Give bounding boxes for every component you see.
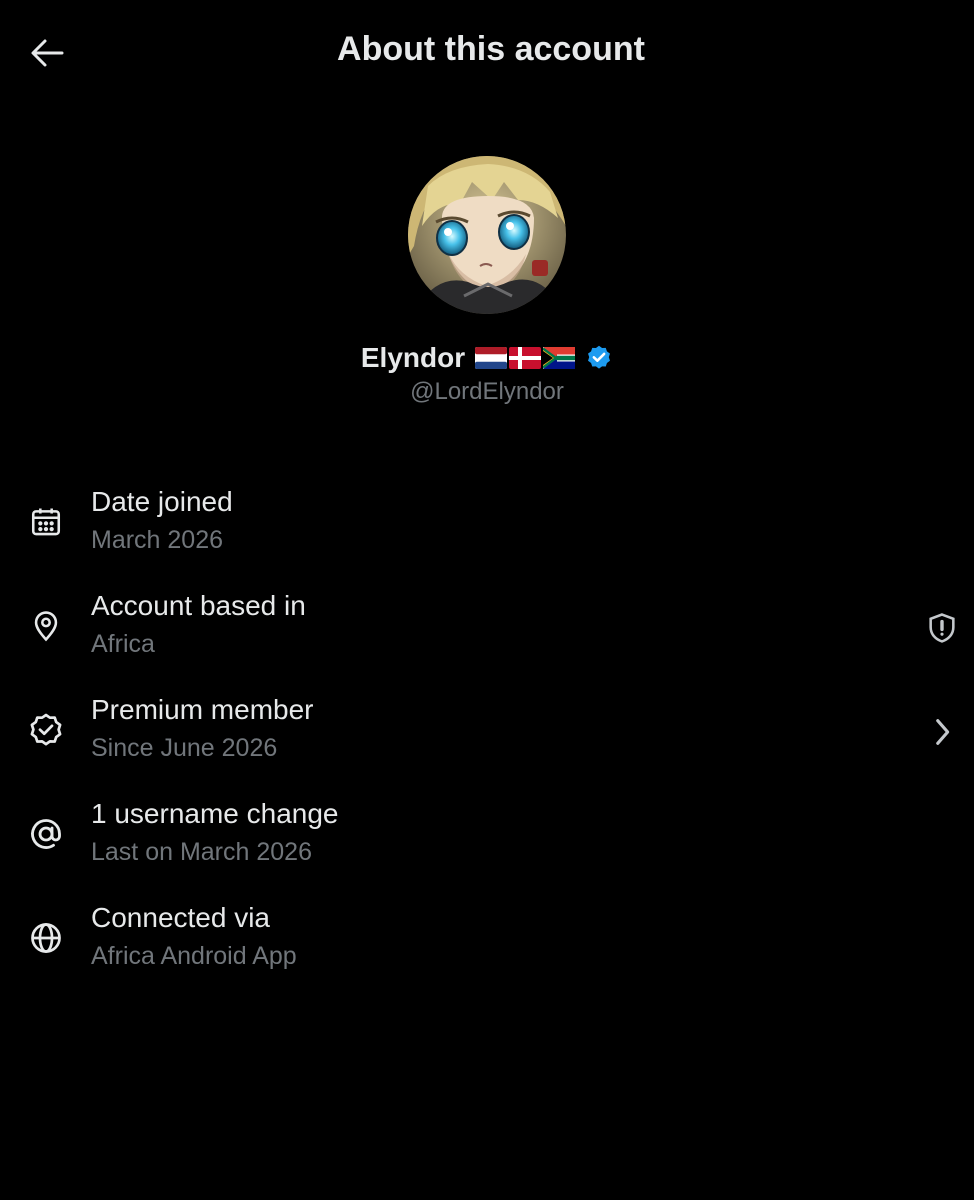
south-africa-flag-icon	[543, 347, 576, 369]
info-value: March 2026	[91, 526, 224, 554]
info-title: Account based in	[91, 590, 306, 621]
info-title: 1 username change	[91, 798, 339, 829]
top-bar: About this account	[0, 0, 974, 106]
profile-summary: Elyndor @LordElyndor	[0, 156, 974, 406]
avatar[interactable]	[408, 156, 566, 314]
page-title: About this account	[337, 30, 645, 68]
info-row-premium-member[interactable]: Premium member Since June 2026	[0, 684, 974, 788]
info-value: Last on March 2026	[91, 838, 312, 866]
globe-icon	[26, 918, 66, 958]
name-row: Elyndor	[0, 342, 974, 374]
account-info-list: Date joined March 2026 Account based in …	[0, 476, 974, 996]
location-pin-icon	[26, 606, 66, 646]
info-row-account-based-in[interactable]: Account based in Africa	[0, 580, 974, 684]
info-row-username-changes: 1 username change Last on March 2026	[0, 788, 974, 892]
verified-badge-icon[interactable]	[585, 344, 613, 372]
handle: @LordElyndor	[410, 378, 564, 405]
info-row-connected-via: Connected via Africa Android App	[0, 892, 974, 996]
at-sign-icon	[26, 814, 66, 854]
info-value: Since June 2026	[91, 734, 278, 762]
display-name: Elyndor	[360, 342, 466, 373]
netherlands-flag-icon	[475, 347, 508, 369]
shield-alert-icon[interactable]	[924, 610, 960, 646]
info-value: Africa Android App	[91, 942, 297, 970]
info-value: Africa	[91, 630, 155, 658]
verified-check-icon	[26, 710, 66, 750]
flag-list	[475, 347, 576, 369]
info-title: Premium member	[91, 694, 314, 725]
info-row-date-joined: Date joined March 2026	[0, 476, 974, 580]
chevron-right-icon[interactable]	[924, 714, 960, 750]
denmark-flag-icon	[509, 347, 542, 369]
info-title: Connected via	[91, 902, 271, 933]
info-title: Date joined	[91, 486, 233, 517]
calendar-icon	[26, 502, 66, 542]
